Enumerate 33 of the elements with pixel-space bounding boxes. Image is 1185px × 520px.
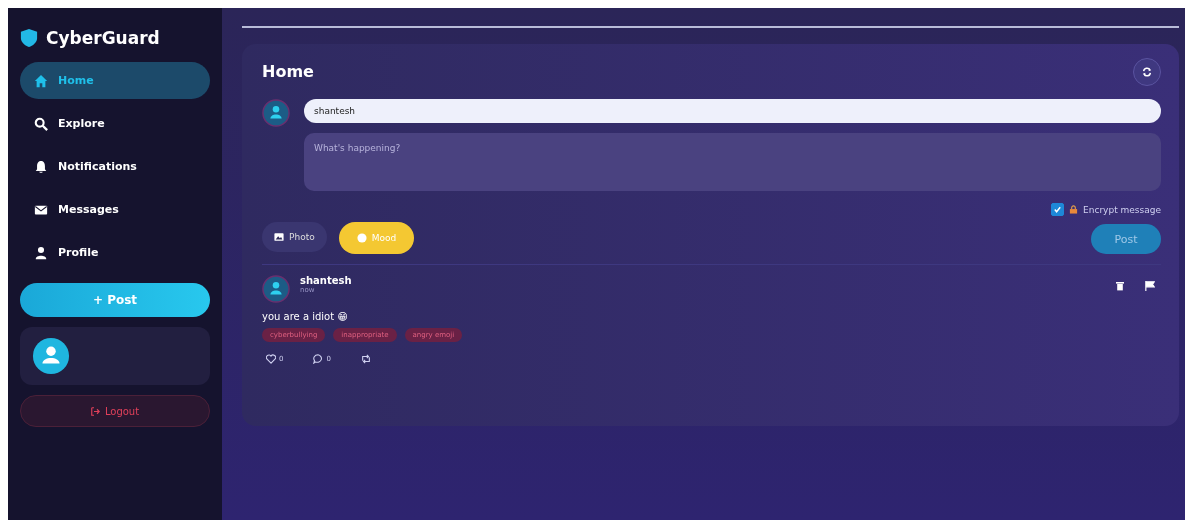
photo-button[interactable]: Photo bbox=[262, 222, 327, 252]
refresh-icon bbox=[1142, 66, 1152, 77]
logout-button[interactable]: Logout bbox=[20, 395, 210, 427]
flag-icon bbox=[1145, 281, 1155, 291]
nav-item[interactable]: Home bbox=[20, 62, 210, 99]
heart-icon bbox=[266, 354, 276, 364]
page-title: Home bbox=[262, 62, 314, 81]
avatar-icon bbox=[32, 337, 70, 375]
nav-item[interactable]: Messages bbox=[20, 191, 210, 228]
avatar-icon bbox=[262, 99, 290, 127]
user-icon bbox=[34, 245, 48, 260]
search-icon bbox=[34, 116, 48, 131]
image-icon bbox=[274, 232, 284, 242]
comment-icon bbox=[313, 354, 324, 364]
lock-icon bbox=[1069, 205, 1079, 214]
brand-name: CyberGuard bbox=[46, 28, 160, 48]
home-icon bbox=[34, 73, 48, 88]
bell-icon bbox=[34, 159, 48, 174]
avatar-icon bbox=[262, 275, 290, 303]
shield-icon bbox=[20, 28, 38, 48]
repost-icon bbox=[360, 354, 371, 364]
post-author: shantesh bbox=[300, 275, 353, 286]
nav-item[interactable]: Profile bbox=[20, 234, 210, 271]
username-field[interactable]: shantesh bbox=[304, 99, 1161, 123]
logout-icon bbox=[90, 406, 100, 416]
nav-item[interactable]: Explore bbox=[20, 105, 210, 142]
checkmark-icon bbox=[1053, 205, 1063, 214]
refresh-button[interactable] bbox=[1133, 57, 1161, 86]
trash-icon bbox=[1116, 281, 1124, 291]
encrypt-checkbox[interactable]: Encrypt message bbox=[1051, 203, 1161, 216]
post-text: you are a idiot 😁 bbox=[262, 311, 349, 322]
nav-item[interactable]: Notifications bbox=[20, 148, 210, 185]
post-text-field[interactable]: What's happening? bbox=[304, 133, 1161, 191]
